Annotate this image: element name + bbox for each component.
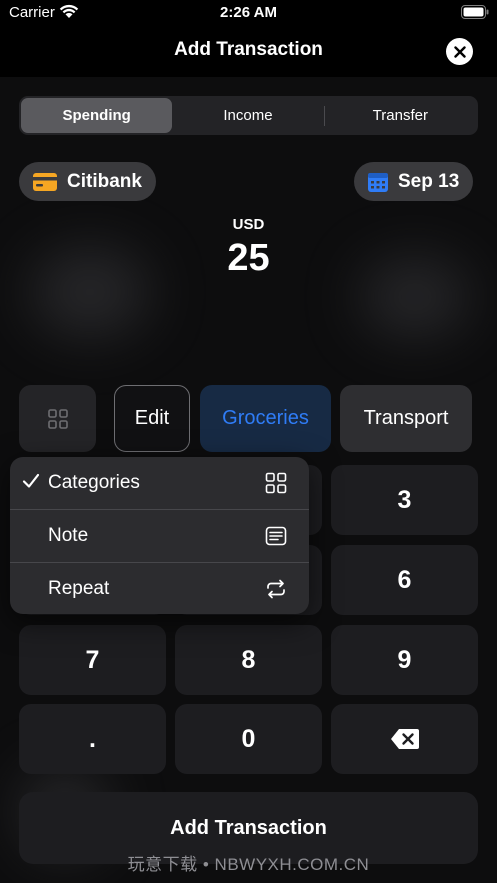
backspace-icon: [390, 729, 419, 749]
edit-categories-button[interactable]: Edit: [114, 385, 190, 452]
menu-item-categories[interactable]: Categories: [10, 457, 309, 509]
close-icon: [453, 45, 466, 58]
watermark-text: 玩意下载 • NBWYXH.COM.CN: [127, 855, 370, 874]
tab-transfer[interactable]: Transfer: [325, 98, 476, 133]
repeat-icon: [267, 579, 285, 599]
menu-item-note[interactable]: Note: [10, 510, 309, 562]
account-label: Citibank: [67, 170, 142, 192]
currency-code[interactable]: USD: [0, 216, 497, 233]
grid-icon: [265, 472, 287, 494]
key-8[interactable]: 8: [175, 625, 322, 695]
key-9[interactable]: 9: [331, 625, 478, 695]
date-label: Sep 13: [398, 170, 460, 192]
close-button[interactable]: [446, 38, 473, 65]
categories-grid-button[interactable]: [19, 385, 96, 452]
page-title: Add Transaction: [174, 39, 323, 60]
key-0[interactable]: 0: [175, 704, 322, 774]
account-selector[interactable]: Citibank: [19, 162, 156, 201]
status-bar: Carrier 2:26 AM: [0, 0, 497, 26]
calendar-icon: [368, 172, 388, 192]
key-7[interactable]: 7: [19, 625, 166, 695]
menu-item-label: Note: [48, 525, 89, 546]
amount-display: 25: [227, 237, 270, 279]
note-icon: [265, 526, 287, 546]
clock: 2:26 AM: [220, 4, 277, 21]
grid-icon: [47, 408, 68, 429]
tab-income[interactable]: Income: [172, 98, 323, 133]
menu-item-repeat[interactable]: Repeat: [10, 563, 309, 614]
key-3[interactable]: 3: [331, 465, 478, 535]
transaction-type-tabs: Spending Income Transfer: [19, 96, 478, 135]
category-groceries[interactable]: Groceries: [200, 385, 331, 452]
menu-item-label: Categories: [48, 472, 140, 493]
credit-card-icon: [33, 172, 57, 191]
checkmark-icon: [22, 473, 40, 488]
options-menu: Categories Note Repeat: [10, 457, 309, 614]
tab-spending[interactable]: Spending: [21, 98, 173, 133]
battery-icon: [461, 5, 489, 19]
category-transport[interactable]: Transport: [340, 385, 472, 452]
date-selector[interactable]: Sep 13: [354, 162, 474, 201]
key-decimal[interactable]: .: [19, 704, 166, 774]
delete-key[interactable]: [331, 704, 478, 774]
menu-item-label: Repeat: [48, 578, 110, 599]
key-6[interactable]: 6: [331, 545, 478, 615]
